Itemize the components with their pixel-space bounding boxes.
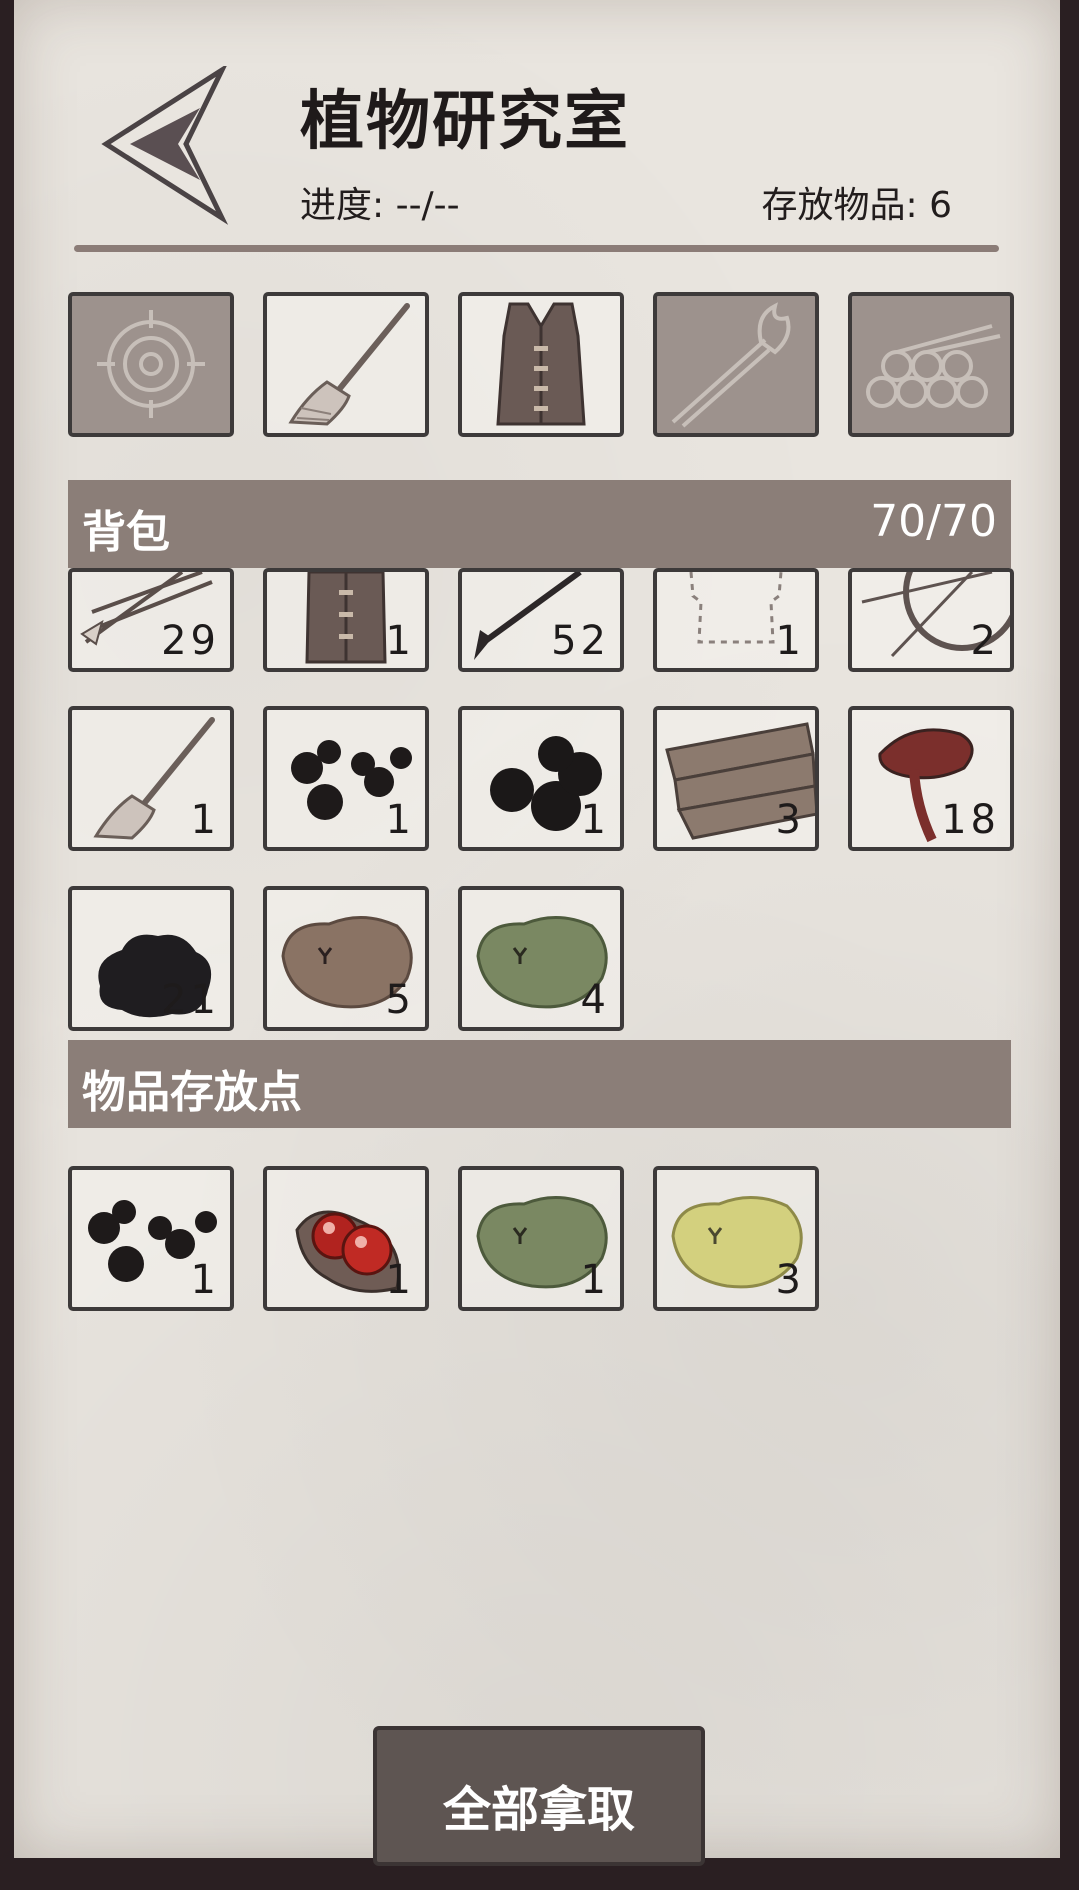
progress-text: 进度: --/-- <box>300 185 460 226</box>
item-count: 1 <box>580 797 610 843</box>
back-arrow-button[interactable] <box>100 63 232 226</box>
equipment-slot-logs[interactable] <box>848 292 1014 437</box>
storage-slot-yellow-moss[interactable]: 3 <box>653 1166 819 1311</box>
target-icon <box>97 310 205 418</box>
item-count: 5 <box>385 977 415 1023</box>
logs-icon <box>866 324 1001 408</box>
backpack-slot-spear[interactable]: 52 <box>458 568 624 672</box>
back-arrow-icon <box>101 63 229 225</box>
backpack-slot-wood-planks[interactable]: 3 <box>653 706 819 851</box>
item-count: 1 <box>385 618 415 664</box>
item-count: 1 <box>775 618 805 664</box>
backpack-slot-black-orbs[interactable]: 1 <box>458 706 624 851</box>
backpack-capacity: 70/70 <box>870 496 997 547</box>
equipment-slot-broom[interactable] <box>263 292 429 437</box>
backpack-slot-green-moss[interactable]: 4 <box>458 886 624 1031</box>
storage-label: 物品存放点 <box>82 1067 302 1118</box>
item-count: 3 <box>775 797 805 843</box>
equipment-slot-target[interactable] <box>68 292 234 437</box>
backpack-slot-shirt[interactable]: 1 <box>653 568 819 672</box>
equipment-slot-vest[interactable] <box>458 292 624 437</box>
backpack-slot-vest[interactable]: 1 <box>263 568 429 672</box>
item-count: 1 <box>190 797 220 843</box>
equipment-slot-torch[interactable] <box>653 292 819 437</box>
backpack-slot-arrows[interactable]: 29 <box>68 568 234 672</box>
item-count: 3 <box>775 1257 805 1303</box>
item-count: 18 <box>941 797 1000 843</box>
title-divider <box>74 245 999 252</box>
backpack-slot-bow-wheel[interactable]: 2 <box>848 568 1014 672</box>
stored-items-text: 存放物品: 6 <box>761 185 952 226</box>
backpack-slot-black-berries[interactable]: 1 <box>263 706 429 851</box>
broom-icon <box>288 303 410 426</box>
item-count: 2 <box>970 618 1000 664</box>
backpack-slot-broom[interactable]: 1 <box>68 706 234 851</box>
item-count: 4 <box>580 977 610 1023</box>
storage-slot-red-berries[interactable]: 1 <box>263 1166 429 1311</box>
backpack-header: 背包 70/70 <box>68 480 1011 568</box>
item-count: 52 <box>551 618 610 664</box>
backpack-slot-black-fungus[interactable]: 21 <box>68 886 234 1031</box>
backpack-label: 背包 <box>82 507 170 558</box>
item-count: 1 <box>385 797 415 843</box>
backpack-slot-brown-moss[interactable]: 5 <box>263 886 429 1031</box>
item-count: 1 <box>385 1257 415 1303</box>
backpack-slot-reishi[interactable]: 18 <box>848 706 1014 851</box>
torch-icon <box>671 302 791 428</box>
item-count: 29 <box>161 618 220 664</box>
page-title: 植物研究室 <box>300 85 630 159</box>
storage-slot-green-moss[interactable]: 1 <box>458 1166 624 1311</box>
vest-icon <box>496 302 586 426</box>
storage-slot-black-berries[interactable]: 1 <box>68 1166 234 1311</box>
item-count: 21 <box>161 977 220 1023</box>
take-all-button[interactable]: 全部拿取 <box>373 1726 705 1866</box>
item-count: 1 <box>190 1257 220 1303</box>
storage-header: 物品存放点 <box>68 1040 1011 1128</box>
item-count: 1 <box>580 1257 610 1303</box>
